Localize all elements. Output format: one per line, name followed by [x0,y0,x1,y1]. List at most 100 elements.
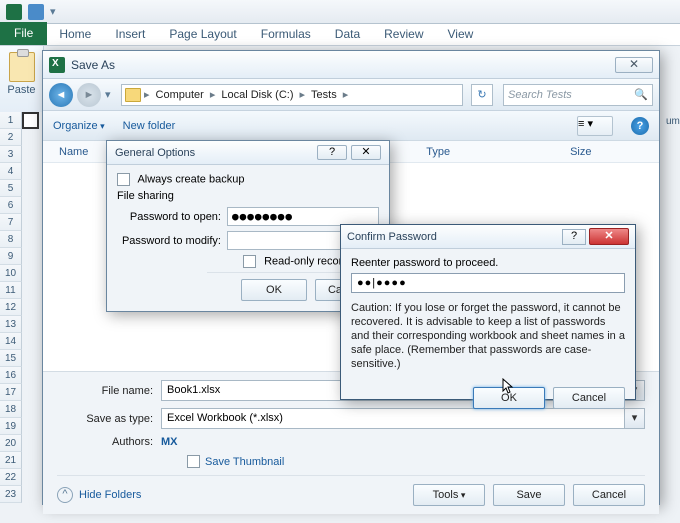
col-type[interactable]: Type [426,146,450,158]
chevron-up-icon: ^ [57,487,73,503]
chevron-icon[interactable]: ▸ [298,88,306,101]
authors-value[interactable]: MX [161,436,178,448]
close-icon[interactable]: ✕ [615,57,653,73]
tab-data[interactable]: Data [323,23,372,45]
confirm-password-input[interactable]: ●●|●●●● [351,273,625,293]
new-folder-button[interactable]: New folder [123,120,176,132]
organize-button[interactable]: Organize [53,120,105,132]
save-thumbnail-checkbox[interactable] [187,455,200,468]
close-icon[interactable]: ✕ [351,145,381,160]
row-header[interactable]: 20 [0,435,22,452]
row-header[interactable]: 2 [0,129,22,146]
close-icon[interactable]: ✕ [589,228,629,245]
quick-access-toolbar: ▾ [0,0,680,24]
save-icon[interactable] [28,4,44,20]
row-header[interactable]: 10 [0,265,22,282]
row-header[interactable]: 17 [0,384,22,401]
help-icon[interactable]: ? [631,117,649,135]
cancel-button[interactable]: Cancel [573,484,645,506]
row-header[interactable]: 13 [0,316,22,333]
col-name[interactable]: Name [59,146,88,158]
search-input[interactable]: Search Tests 🔍 [503,84,653,106]
paste-label: Paste [0,84,43,96]
readonly-label: Read-only recom [264,255,348,267]
backup-label: Always create backup [137,173,244,185]
help-icon[interactable]: ? [317,145,347,160]
tab-page-layout[interactable]: Page Layout [157,23,248,45]
folder-icon [125,88,141,102]
tools-button[interactable]: Tools [413,484,485,506]
row-header[interactable]: 18 [0,401,22,418]
filename-label: File name: [57,385,161,397]
back-button[interactable]: ◄ [49,83,73,107]
row-header[interactable]: 21 [0,452,22,469]
paste-icon[interactable] [9,52,35,82]
row-header[interactable]: 12 [0,299,22,316]
clipboard-group: Paste [0,46,44,112]
confirm-password-dialog: Confirm Password ? ✕ Reenter password to… [340,224,636,400]
authors-label: Authors: [57,436,161,448]
refresh-button[interactable]: ↻ [471,84,493,106]
history-dropdown-icon[interactable]: ▾ [105,88,117,101]
row-header[interactable]: 6 [0,197,22,214]
row-header[interactable]: 14 [0,333,22,350]
nav-bar: ◄ ► ▾ ▸ Computer ▸ Local Disk (C:) ▸ Tes… [43,79,659,111]
general-options-titlebar[interactable]: General Options ? ✕ [107,141,389,165]
save-button[interactable]: Save [493,484,565,506]
row-header[interactable]: 22 [0,469,22,486]
help-icon[interactable]: ? [562,229,586,245]
row-header[interactable]: 11 [0,282,22,299]
breadcrumb[interactable]: ▸ Computer ▸ Local Disk (C:) ▸ Tests ▸ [121,84,463,106]
crumb-tests[interactable]: Tests [308,89,340,101]
row-header[interactable]: 3 [0,146,22,163]
chevron-icon[interactable]: ▸ [209,88,217,101]
row-header[interactable]: 19 [0,418,22,435]
row-header[interactable]: 23 [0,486,22,503]
row-header[interactable]: 15 [0,350,22,367]
cell-a1[interactable] [22,112,39,129]
readonly-checkbox[interactable] [243,255,256,268]
tab-insert[interactable]: Insert [103,23,157,45]
search-icon: 🔍 [634,88,648,101]
confirm-title: Confirm Password [347,231,559,243]
tab-formulas[interactable]: Formulas [249,23,323,45]
save-as-titlebar[interactable]: Save As ✕ [43,51,659,79]
tab-view[interactable]: View [436,23,486,45]
row-header[interactable]: 1 [0,112,22,129]
excel-icon [49,57,65,73]
save-thumbnail-label: Save Thumbnail [205,456,284,468]
tab-review[interactable]: Review [372,23,435,45]
hide-folders-button[interactable]: ^ Hide Folders [57,487,141,503]
forward-button[interactable]: ► [77,83,101,107]
pwd-open-label: Password to open: [117,211,227,223]
row-header[interactable]: 9 [0,248,22,265]
chevron-icon[interactable]: ▸ [143,88,151,101]
general-options-title: General Options [115,147,313,159]
row-header[interactable]: 16 [0,367,22,384]
row-header[interactable]: 8 [0,231,22,248]
cancel-button[interactable]: Cancel [553,387,625,409]
backup-checkbox[interactable] [117,173,130,186]
excel-icon [6,4,22,20]
row-header[interactable]: 5 [0,180,22,197]
file-tab[interactable]: File [0,22,47,45]
col-size[interactable]: Size [570,146,591,158]
ok-button[interactable]: OK [473,387,545,409]
row-header[interactable]: 4 [0,163,22,180]
file-sharing-label: File sharing [117,190,379,202]
qat-dropdown-icon[interactable]: ▾ [50,5,56,18]
tab-home[interactable]: Home [47,23,103,45]
confirm-prompt: Reenter password to proceed. [351,257,625,269]
ok-button[interactable]: OK [241,279,307,301]
crumb-computer[interactable]: Computer [153,89,207,101]
caution-text: Caution: If you lose or forget the passw… [351,301,625,371]
confirm-titlebar[interactable]: Confirm Password ? ✕ [341,225,635,249]
view-button[interactable]: ≡ ▾ [577,116,613,136]
row-header[interactable]: 7 [0,214,22,231]
crumb-disk[interactable]: Local Disk (C:) [218,89,296,101]
chevron-icon[interactable]: ▸ [342,88,350,101]
truncated-label: um [662,112,680,131]
search-placeholder: Search Tests [508,89,572,101]
save-as-title: Save As [71,58,615,72]
savetype-label: Save as type: [57,413,161,425]
